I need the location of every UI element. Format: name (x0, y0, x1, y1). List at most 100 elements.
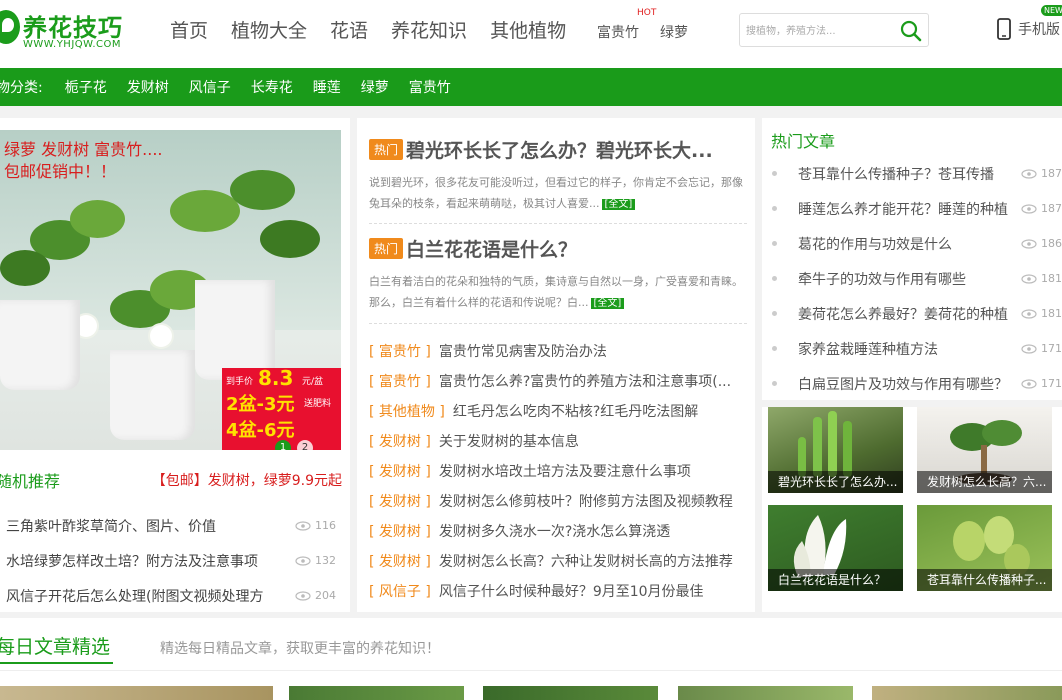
logo-text: 养花技巧 (23, 14, 123, 42)
news-category-link[interactable]: [ 发财树 ] (369, 461, 431, 481)
nav-other-plants[interactable]: 其他植物 (490, 16, 566, 43)
feature-title[interactable]: 碧光环长长了怎么办？碧光环长大... (406, 136, 713, 163)
hot-article-title: 白扁豆图片及功效与作用有哪些？ (798, 376, 1008, 393)
read-full-link[interactable]: [全文] (601, 199, 636, 210)
daily-picks-title: 每日文章精选 (0, 636, 111, 658)
daily-article-image[interactable] (483, 686, 658, 700)
category-pothos[interactable]: 绿萝 (361, 77, 389, 97)
thumbnail-card[interactable]: 苍耳靠什么传播种子... (917, 505, 1052, 591)
list-item[interactable]: 风信子开花后怎么处理(附图文视频处理方 204 (6, 578, 336, 613)
news-category-link[interactable]: [ 富贵竹 ] (369, 371, 431, 391)
thumbnail-card[interactable]: 碧光环长长了怎么办... (768, 407, 903, 493)
list-item: [ 富贵竹 ] 富贵竹常见病害及防治办法 (369, 336, 747, 366)
daily-article-image[interactable] (872, 686, 1062, 700)
list-item[interactable]: 葛花的作用与功效是什么 186 (772, 226, 1062, 261)
category-kalanchoe[interactable]: 长寿花 (251, 77, 293, 97)
promo-headline: 绿萝 发财树 富贵竹.... (4, 140, 163, 159)
search-input[interactable] (746, 21, 896, 41)
mobile-phone-icon (997, 18, 1011, 40)
sub-nav-bamboo[interactable]: 富贵竹 (597, 22, 639, 42)
news-title-link[interactable]: 发财树多久浇水一次?浇水怎么算浇透 (439, 521, 670, 541)
news-title-link[interactable]: 发财树水培改土培方法及要注意什么事项 (439, 461, 691, 481)
view-count-value: 116 (315, 519, 336, 532)
slider-dot-1[interactable]: 1 (275, 440, 291, 450)
search-button[interactable] (898, 18, 924, 44)
eye-icon (1021, 238, 1037, 249)
nav-home[interactable]: 首页 (170, 16, 208, 43)
news-title-link[interactable]: 关于发财树的基本信息 (439, 431, 579, 451)
sub-nav-pothos[interactable]: 绿萝 (660, 22, 688, 42)
view-count: 181 (1021, 307, 1062, 320)
thumbnail-caption: 白兰花花语是什么？ (768, 569, 903, 591)
price-label: 到手价 (226, 377, 254, 387)
nav-flower-language[interactable]: 花语 (330, 16, 368, 43)
list-item[interactable]: 姜荷花怎么养最好？姜荷花的种植 181 (772, 296, 1062, 331)
slider-dots: 1 2 (275, 440, 319, 450)
bullet-icon (772, 171, 777, 176)
promo-subline: 包邮促销中！！ (4, 162, 117, 181)
promo-banner[interactable]: 绿萝 发财树 富贵竹.... 包邮促销中！！ 到手价 8.3 元/盆 2盆-3元… (0, 130, 341, 450)
bullet-icon (772, 241, 777, 246)
plant-leaf (0, 250, 50, 286)
category-money-tree[interactable]: 发财树 (127, 77, 169, 97)
news-title-link[interactable]: 发财树怎么修剪枝叶？附修剪方法图及视频教程 (439, 491, 733, 511)
nav-knowledge[interactable]: 养花知识 (391, 16, 467, 43)
mobile-version-link[interactable]: 手机版 (996, 18, 1060, 40)
daily-article-image[interactable] (678, 686, 853, 700)
logo-domain: WWW.YHJQW.COM (23, 39, 122, 50)
list-item[interactable]: 三角紫叶酢浆草简介、图片、价值 116 (6, 508, 336, 543)
site-logo[interactable]: 养花技巧 WWW.YHJQW.COM (0, 8, 132, 54)
daily-article-image[interactable] (289, 686, 464, 700)
eye-icon (295, 555, 311, 566)
list-item[interactable]: 睡莲怎么养才能开花？睡莲的种植 187 (772, 191, 1062, 226)
category-gardenia[interactable]: 栀子花 (65, 77, 107, 97)
bullet-icon (772, 381, 777, 386)
read-full-link[interactable]: [全文] (590, 298, 625, 309)
news-title-link[interactable]: 富贵竹怎么养?富贵竹的养殖方法和注意事项(... (439, 371, 731, 391)
flower-pot (0, 300, 80, 390)
recommend-promo-link[interactable]: 【包邮】发财树，绿萝9.9元起 (152, 470, 342, 490)
list-item: [ 发财树 ] 发财树怎么修剪枝叶？附修剪方法图及视频教程 (369, 486, 747, 516)
hot-tag: HOT (637, 8, 657, 18)
category-hyacinth[interactable]: 风信子 (189, 77, 231, 97)
news-category-link[interactable]: [ 其他植物 ] (369, 401, 445, 421)
list-item[interactable]: 牵牛子的功效与作用有哪些 181 (772, 261, 1062, 296)
list-item[interactable]: 苍耳靠什么传播种子？苍耳传播 187 (772, 156, 1062, 191)
hot-badge: 热门 (369, 138, 404, 160)
nav-plants[interactable]: 植物大全 (231, 16, 307, 43)
plant-leaf (70, 200, 125, 238)
news-category-link[interactable]: [ 风信子 ] (369, 581, 431, 601)
hot-article-title: 牵牛子的功效与作用有哪些 (798, 271, 966, 288)
news-category-link[interactable]: [ 发财树 ] (369, 521, 431, 541)
hot-articles-list: 苍耳靠什么传播种子？苍耳传播 187 睡莲怎么养才能开花？睡莲的种植 187 葛花的… (772, 156, 1062, 401)
left-column: 绿萝 发财树 富贵竹.... 包邮促销中！！ 到手价 8.3 元/盆 2盆-3元… (0, 118, 350, 612)
divider (369, 323, 747, 324)
gift-label: 送肥料 (304, 399, 332, 409)
news-title-link[interactable]: 风信子什么时候种最好？9月至10月份最佳 (439, 581, 704, 601)
hot-article-title: 苍耳靠什么传播种子？苍耳传播 (798, 166, 994, 183)
news-category-link[interactable]: [ 发财树 ] (369, 431, 431, 451)
daily-article-image[interactable] (0, 686, 273, 700)
news-title-link[interactable]: 红毛丹怎么吃肉不粘核?红毛丹吃法图解 (453, 401, 698, 421)
news-title-link[interactable]: 富贵竹常见病害及防治办法 (439, 341, 607, 361)
list-item[interactable]: 白扁豆图片及功效与作用有哪些？ 171 (772, 366, 1062, 401)
slider-dot-2[interactable]: 2 (297, 440, 313, 450)
feature-title[interactable]: 白兰花花语是什么？ (406, 235, 577, 262)
news-category-link[interactable]: [ 发财树 ] (369, 491, 431, 511)
bullet-icon (772, 346, 777, 351)
thumbnail-card[interactable]: 发财树怎么长高？六... (917, 407, 1052, 493)
view-count-value: 181 (1041, 307, 1062, 320)
recommend-item-title: 三角紫叶酢浆草简介、图片、价值 (6, 518, 216, 535)
news-category-link[interactable]: [ 发财树 ] (369, 551, 431, 571)
list-item[interactable]: 家养盆栽睡莲种植方法 171 (772, 331, 1062, 366)
news-category-link[interactable]: [ 富贵竹 ] (369, 341, 431, 361)
category-lucky-bamboo[interactable]: 富贵竹 (409, 77, 451, 97)
news-title-link[interactable]: 发财树怎么长高？六种让发财树长高的方法推荐 (439, 551, 733, 571)
category-water-lily[interactable]: 睡莲 (313, 77, 341, 97)
eye-icon (1021, 168, 1037, 179)
divider (369, 223, 747, 224)
view-count: 116 (295, 519, 336, 532)
logo-flower-icon (0, 10, 20, 44)
thumbnail-card[interactable]: 白兰花花语是什么？ (768, 505, 903, 591)
list-item[interactable]: 水培绿萝怎样改土培？附方法及注意事项 132 (6, 543, 336, 578)
